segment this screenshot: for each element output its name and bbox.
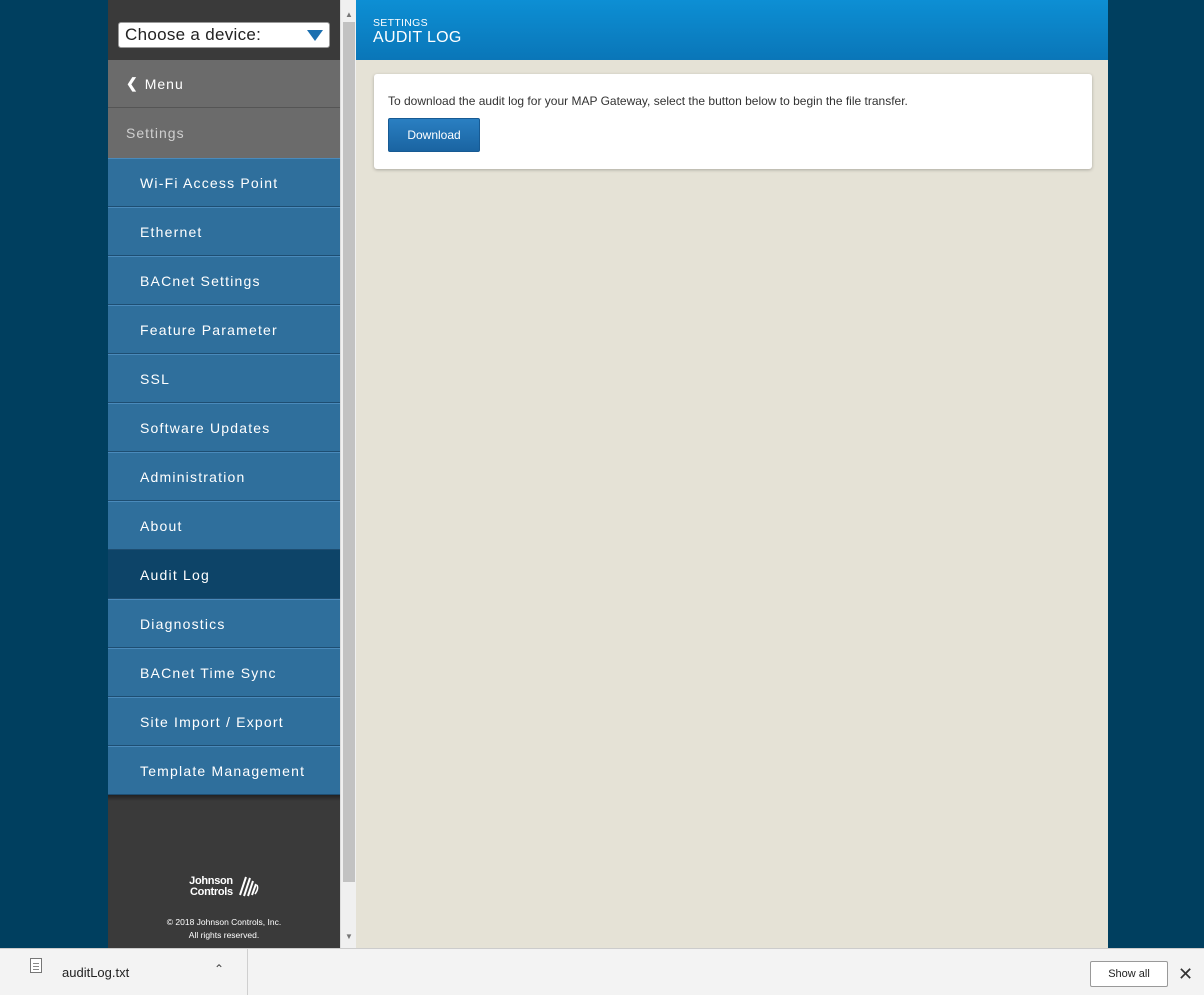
sidebar-item-label: Administration bbox=[140, 468, 246, 485]
device-select[interactable]: Choose a device: bbox=[118, 22, 330, 48]
sidebar-item-label: Diagnostics bbox=[140, 615, 226, 632]
show-all-button[interactable]: Show all bbox=[1090, 961, 1168, 987]
dropdown-triangle-icon bbox=[307, 29, 323, 41]
copyright-line-2: All rights reserved. bbox=[188, 930, 260, 940]
download-bar: auditLog.txt ⌃ Show all ✕ bbox=[0, 948, 1204, 995]
menu-label: Menu bbox=[144, 75, 184, 92]
download-file-name: auditLog.txt bbox=[62, 965, 130, 980]
scroll-up-arrow-icon[interactable]: ▲ bbox=[341, 6, 357, 22]
scroll-thumb[interactable] bbox=[343, 22, 355, 882]
sidebar-item-administration[interactable]: Administration bbox=[108, 452, 340, 501]
sidebar-item-bacnet-time-sync[interactable]: BACnet Time Sync bbox=[108, 648, 340, 697]
section-title: Settings bbox=[108, 108, 340, 158]
download-item[interactable]: auditLog.txt ⌃ bbox=[0, 949, 248, 995]
johnson-controls-logo: Johnson Controls bbox=[108, 870, 340, 904]
sidebar-item-audit-log[interactable]: Audit Log bbox=[108, 550, 340, 599]
file-icon bbox=[30, 958, 42, 973]
download-button[interactable]: Download bbox=[388, 118, 480, 152]
sidebar-item-label: BACnet Time Sync bbox=[140, 664, 277, 681]
menu-back-button[interactable]: ❮ Menu bbox=[108, 60, 340, 108]
logo-line-2: Controls bbox=[190, 886, 233, 898]
sidebar: Choose a device: ❮ Menu Settings Wi-Fi A… bbox=[108, 0, 340, 948]
main-content: SETTINGS AUDIT LOG To download the audit… bbox=[356, 0, 1108, 948]
sidebar-item-ssl[interactable]: SSL bbox=[108, 354, 340, 403]
sidebar-item-label: Ethernet bbox=[140, 223, 203, 240]
sidebar-item-label: Site Import / Export bbox=[140, 713, 284, 730]
device-select-label: Choose a device: bbox=[125, 25, 262, 44]
sidebar-item-about[interactable]: About bbox=[108, 501, 340, 550]
sidebar-item-label: About bbox=[140, 517, 183, 534]
section-label: Settings bbox=[126, 125, 185, 141]
close-icon[interactable]: ✕ bbox=[1178, 961, 1193, 987]
sidebar-item-label: BACnet Settings bbox=[140, 272, 261, 289]
caret-up-icon[interactable]: ⌃ bbox=[214, 962, 224, 976]
sidebar-item-label: SSL bbox=[140, 370, 171, 387]
sidebar-item-label: Software Updates bbox=[140, 419, 271, 436]
logo-text: Johnson Controls bbox=[189, 876, 233, 898]
sidebar-scrollbar[interactable]: ▲ ▼ bbox=[340, 0, 356, 948]
sidebar-item-ethernet[interactable]: Ethernet bbox=[108, 207, 340, 256]
page-title: AUDIT LOG bbox=[373, 29, 462, 46]
copyright-line-1: © 2018 Johnson Controls, Inc. bbox=[166, 917, 282, 927]
sidebar-footer: Johnson Controls © 2018 Johnson Controls… bbox=[108, 870, 340, 942]
audit-log-card: To download the audit log for your MAP G… bbox=[374, 74, 1092, 169]
sidebar-item-label: Feature Parameter bbox=[140, 321, 278, 338]
sidebar-item-site-import-export[interactable]: Site Import / Export bbox=[108, 697, 340, 746]
nav-shadow bbox=[108, 795, 340, 801]
sidebar-item-bacnet-settings[interactable]: BACnet Settings bbox=[108, 256, 340, 305]
card-description: To download the audit log for your MAP G… bbox=[388, 94, 908, 108]
sidebar-item-label: Template Management bbox=[140, 762, 306, 779]
page-header: SETTINGS AUDIT LOG bbox=[356, 0, 1108, 60]
sidebar-item-template-management[interactable]: Template Management bbox=[108, 746, 340, 795]
sidebar-item-feature-parameter[interactable]: Feature Parameter bbox=[108, 305, 340, 354]
sidebar-item-label: Audit Log bbox=[140, 566, 210, 583]
sidebar-item-wifi-access-point[interactable]: Wi-Fi Access Point bbox=[108, 158, 340, 207]
chevron-left-icon: ❮ bbox=[126, 75, 139, 91]
johnson-controls-logo-icon bbox=[238, 876, 259, 897]
copyright: © 2018 Johnson Controls, Inc. All rights… bbox=[108, 916, 340, 942]
settings-nav: Wi-Fi Access Point Ethernet BACnet Setti… bbox=[108, 158, 340, 795]
sidebar-item-diagnostics[interactable]: Diagnostics bbox=[108, 599, 340, 648]
sidebar-item-label: Wi-Fi Access Point bbox=[140, 174, 279, 191]
breadcrumb: SETTINGS bbox=[373, 17, 428, 29]
sidebar-item-software-updates[interactable]: Software Updates bbox=[108, 403, 340, 452]
scroll-down-arrow-icon[interactable]: ▼ bbox=[341, 928, 357, 944]
